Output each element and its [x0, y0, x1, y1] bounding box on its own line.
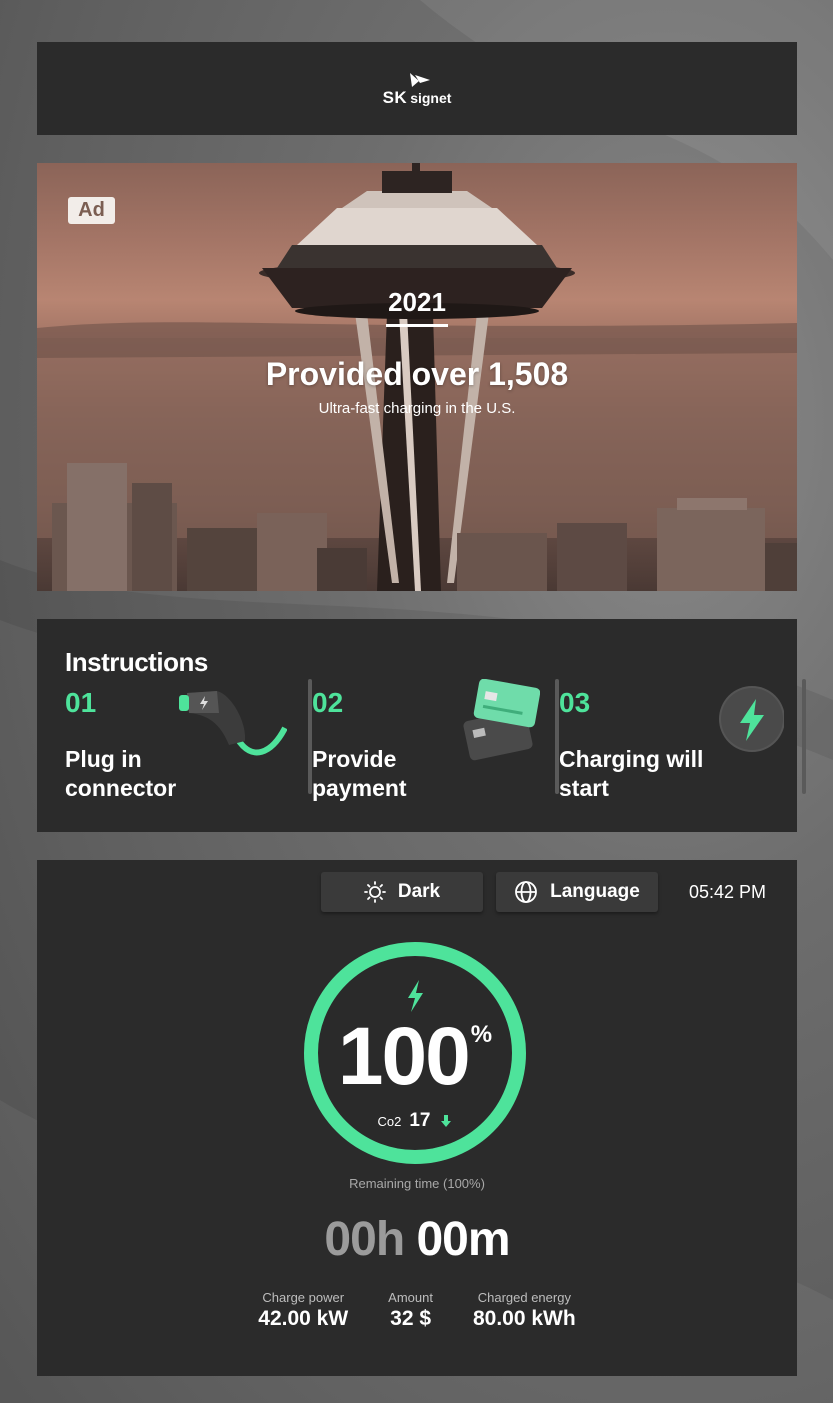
app-header: SK signet [37, 42, 797, 135]
step-text: Charging will start [559, 746, 704, 801]
charge-percent-value: 100 [337, 1011, 471, 1102]
ad-badge: Ad [68, 197, 115, 224]
instruction-step-1: 01 Plug in connector [65, 679, 312, 801]
globe-icon [515, 881, 538, 903]
logo-sk-text: SK [382, 88, 408, 107]
stat-value: 32 $ [390, 1307, 432, 1330]
charge-percent-sign: % [470, 1021, 493, 1048]
connector-plug-icon [179, 691, 287, 756]
stat-label: Amount [388, 1290, 433, 1305]
ad-banner[interactable]: Ad 2021 Provided over 1,508 Ultra-fast c… [37, 163, 797, 591]
instructions-panel: Instructions 01 Plug in connector 02 Pro… [37, 619, 806, 832]
remaining-minutes: 00m [416, 1213, 510, 1266]
step-number: 03 [559, 687, 591, 718]
language-button-label: Language [550, 881, 640, 902]
lightning-icon [719, 686, 784, 752]
clock-time: 05:42 PM [689, 882, 767, 902]
co2-label: Co2 [377, 1113, 402, 1129]
language-button[interactable]: Language [496, 872, 658, 912]
remaining-time-label: Remaining time (100%) [349, 1176, 485, 1191]
step-text: Provide payment [312, 746, 407, 801]
ad-subline: Ultra-fast charging in the U.S. [318, 400, 516, 417]
remaining-time: 00h 00m [37, 1212, 797, 1267]
ad-year: 2021 [388, 287, 446, 317]
stat-label: Charge power [262, 1290, 345, 1305]
charging-stats: Charge power 42.00 kW Amount 32 $ Charge… [37, 1290, 797, 1331]
stat-charge-power: Charge power 42.00 kW [258, 1290, 348, 1331]
stat-label: Charged energy [477, 1290, 571, 1305]
step-number: 01 [65, 687, 97, 718]
co2-indicator: Co2 17 [302, 1110, 528, 1132]
theme-toggle-button[interactable]: Dark [321, 872, 483, 912]
sk-signet-logo: SK signet [382, 71, 452, 107]
step-divider [802, 679, 806, 794]
arrow-down-icon [440, 1115, 451, 1127]
ad-year-underline [386, 324, 448, 327]
charging-status-panel: Dark Language 05:42 PM 100% Co2 17 Remai… [37, 860, 797, 1376]
stat-value: 42.00 kW [258, 1307, 349, 1330]
co2-value: 17 [409, 1110, 431, 1131]
instructions-title: Instructions [65, 647, 208, 677]
instruction-step-3: 03 Charging will start [559, 679, 806, 801]
remaining-hours: 00h [324, 1213, 405, 1266]
sun-icon [363, 881, 386, 903]
ad-headline: Provided over 1,508 [265, 356, 569, 392]
charge-percent: 100% [302, 1010, 528, 1104]
logo-signet-text: signet [410, 90, 452, 106]
credit-card-icon [463, 679, 540, 761]
theme-toggle-label: Dark [397, 881, 441, 902]
stat-charged-energy: Charged energy 80.00 kWh [473, 1290, 576, 1331]
instruction-step-2: 02 Provide payment [312, 679, 559, 801]
step-number: 02 [312, 687, 344, 718]
stat-amount: Amount 32 $ [388, 1290, 433, 1331]
stat-value: 80.00 kWh [472, 1307, 576, 1330]
